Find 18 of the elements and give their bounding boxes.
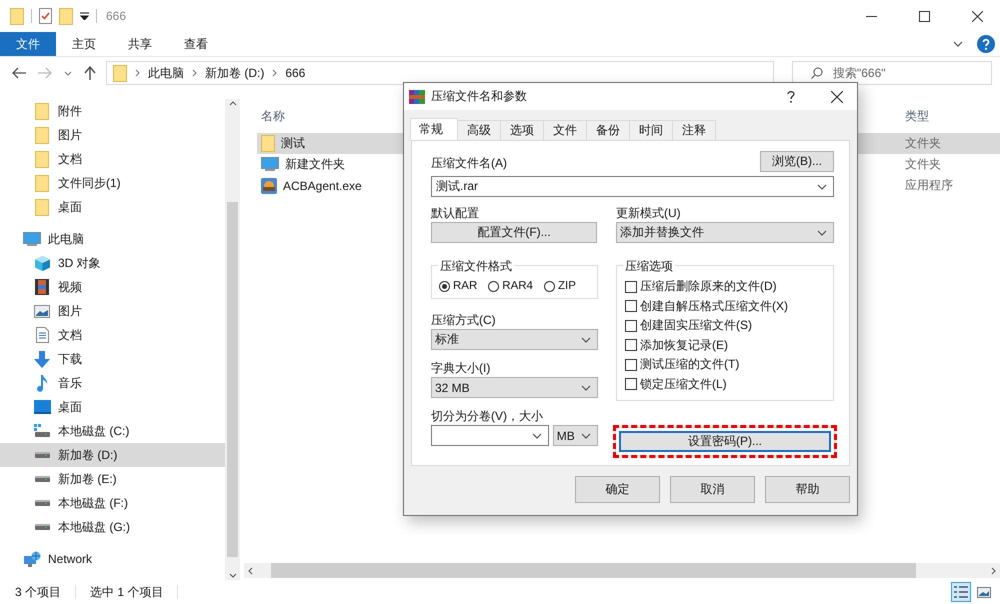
field-label: 切分为分卷(V)，大小 — [431, 408, 544, 425]
group-title: 压缩选项 — [623, 258, 675, 275]
file-name: ACBAgent.exe — [283, 178, 362, 192]
field-label: 压缩文件名(A) — [431, 155, 507, 172]
file-name: 新建文件夹 — [285, 156, 345, 173]
field-label: 字典大小(I) — [431, 360, 492, 377]
field-label: 更新模式(U) — [616, 205, 682, 222]
file-type: 文件夹 — [905, 135, 941, 152]
file-type: 应用程序 — [905, 177, 953, 194]
item-count: 3 个项目 — [15, 584, 62, 600]
group-title: 压缩文件格式 — [438, 258, 514, 275]
window-title: 666 — [106, 9, 128, 23]
field-label: 默认配置 — [431, 205, 480, 222]
dialog-title: 压缩文件名和参数 — [431, 88, 528, 105]
file-name: 测试 — [281, 135, 305, 152]
field-label: 压缩方式(C) — [431, 312, 497, 329]
file-type: 文件夹 — [905, 156, 941, 173]
selection-count: 选中 1 个项目 — [90, 584, 164, 600]
